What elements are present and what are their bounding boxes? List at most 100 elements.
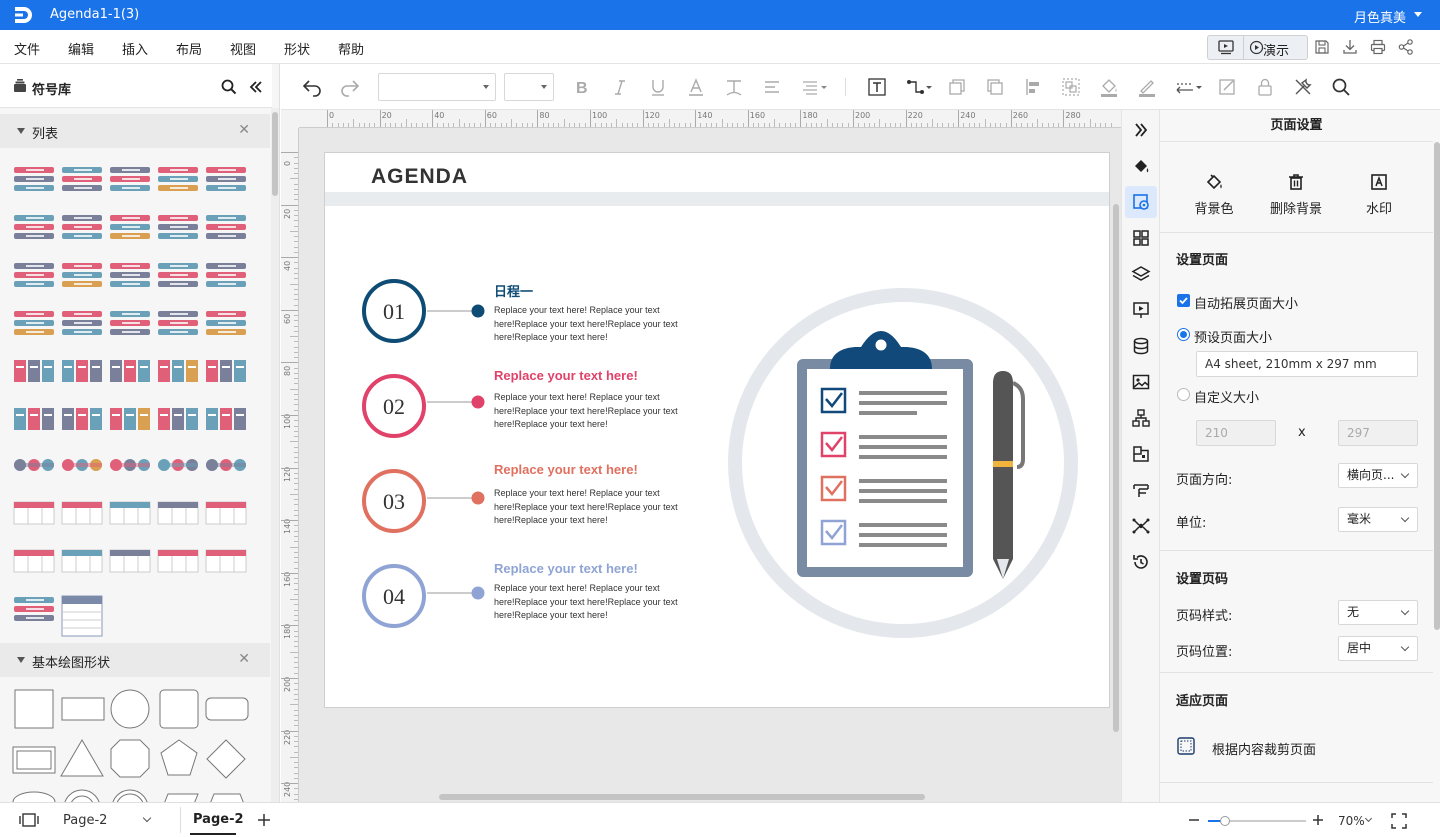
fill-color-icon[interactable] [1098,76,1120,98]
list-shape-thumbnail[interactable] [156,546,200,576]
edit-style-icon[interactable] [1216,76,1238,98]
text-style-icon[interactable] [723,76,745,98]
zoom-in-icon[interactable] [1310,812,1326,828]
close-section-icon[interactable]: ✕ [238,651,250,667]
crop-page-icon[interactable] [1176,736,1196,756]
list-shape-thumbnail[interactable] [60,212,104,242]
diagram-page[interactable]: AGENDA 01 日程一 Replace your text here! Re… [324,152,1110,708]
italic-icon[interactable] [609,76,631,98]
list-shape-thumbnail[interactable] [60,404,104,434]
menu-layout[interactable]: 布局 [176,39,202,58]
grid-icon[interactable] [1131,228,1151,248]
watermark-button[interactable]: 水印 [1344,172,1414,217]
list-shape-thumbnail[interactable] [60,260,104,290]
list-shape-thumbnail[interactable] [156,404,200,434]
list-shape-thumbnail[interactable] [60,450,104,480]
custom-size-radio[interactable] [1177,388,1190,401]
page-tab-active[interactable]: Page-2 [193,812,244,827]
menu-edit[interactable]: 编辑 [68,39,94,58]
unit-select[interactable]: 毫米 [1338,507,1418,532]
list-shape-thumbnail[interactable] [12,308,56,338]
undo-icon[interactable] [301,76,323,98]
list-shape-thumbnail[interactable] [108,212,152,242]
align-objects-icon[interactable] [1022,76,1044,98]
list-shape-thumbnail[interactable] [60,594,104,638]
align-icon[interactable] [761,76,783,98]
agenda-body-4[interactable]: Replace your text here! Replace your tex… [494,582,694,623]
zoom-level[interactable]: 70% [1338,814,1365,828]
list-shape-thumbnail[interactable] [156,212,200,242]
slideshow-button[interactable] [1208,36,1244,59]
presentation-icon[interactable] [1131,300,1151,320]
user-menu-caret-icon[interactable] [1414,12,1422,17]
list-shape-thumbnail[interactable] [12,212,56,242]
list-shape-thumbnail[interactable] [204,450,248,480]
page-number-position-select[interactable]: 居中 [1338,636,1418,661]
list-shape-thumbnail[interactable] [12,404,56,434]
preset-size-radio[interactable] [1177,328,1190,341]
list-shape-thumbnail[interactable] [12,594,56,624]
list-shape-thumbnail[interactable] [108,450,152,480]
find-icon[interactable] [1330,76,1352,98]
agenda-heading-2[interactable]: Replace your text here! [494,368,638,383]
list-shape-thumbnail[interactable] [204,260,248,290]
width-input[interactable]: 210 [1196,420,1276,446]
section-list-header[interactable]: 列表 ✕ [0,114,270,148]
basic-shape-grid[interactable] [8,684,264,804]
menu-help[interactable]: 帮助 [338,39,364,58]
user-name[interactable]: 月色真美 [1354,7,1406,26]
menu-shape[interactable]: 形状 [284,39,310,58]
list-shape-thumbnail[interactable] [156,450,200,480]
agenda-heading-1[interactable]: 日程一 [494,281,533,300]
page-number-style-select[interactable]: 无 [1338,600,1418,625]
bold-icon[interactable]: B [571,76,593,98]
canvas-horizontal-scrollbar[interactable] [299,792,1111,802]
list-shape-thumbnail[interactable] [12,260,56,290]
crop-page-label[interactable]: 根据内容裁剪页面 [1212,739,1316,758]
canvas-area[interactable]: 0 20 40 60 80 100 120 140 160 180 200 220 240 260 280 … [281,110,1121,832]
menu-view[interactable]: 视图 [230,39,256,58]
list-shape-thumbnail[interactable] [204,212,248,242]
list-shape-thumbnail[interactable] [60,356,104,386]
menu-file[interactable]: 文件 [14,39,40,58]
background-color-button[interactable]: 背景色 [1179,172,1249,217]
list-shape-thumbnail[interactable] [156,308,200,338]
left-panel-scrollbar[interactable] [271,108,279,804]
share-icon[interactable] [1397,38,1415,56]
page-setup-tab[interactable] [1125,186,1157,218]
save-icon[interactable] [1313,38,1331,56]
list-shape-thumbnail[interactable] [12,450,56,480]
print-icon[interactable] [1369,38,1387,56]
list-shape-thumbnail[interactable] [12,498,56,528]
present-button[interactable]: 演示 [1245,36,1307,59]
line-spacing-icon[interactable] [799,76,829,98]
replace-shape-icon[interactable] [1131,444,1151,464]
history-icon[interactable] [1131,552,1151,572]
agenda-body-3[interactable]: Replace your text here! Replace your tex… [494,487,694,528]
right-panel-scrollbar[interactable] [1433,142,1440,802]
agenda-number-4[interactable]: 04 [362,564,426,628]
list-shape-thumbnail[interactable] [156,356,200,386]
expand-triangle-icon[interactable] [17,128,25,134]
menu-insert[interactable]: 插入 [122,39,148,58]
preset-size-select[interactable]: A4 sheet, 210mm x 297 mm [1196,351,1418,377]
list-shape-thumbnail[interactable] [204,356,248,386]
list-shape-thumbnail[interactable] [204,164,248,194]
list-shape-thumbnail[interactable] [204,308,248,338]
mind-map-icon[interactable] [1131,516,1151,536]
agenda-number-1[interactable]: 01 [362,279,426,343]
list-shape-thumbnail[interactable] [12,546,56,576]
zoom-slider-handle[interactable] [1220,816,1230,826]
tools-icon[interactable] [1292,76,1314,98]
agenda-heading-3[interactable]: Replace your text here! [494,462,638,477]
page-select[interactable]: Page-2 [63,813,107,828]
clipboard-illustration[interactable] [727,287,1087,641]
app-logo-icon[interactable] [12,5,34,25]
list-shape-thumbnail[interactable] [156,498,200,528]
list-shape-thumbnail[interactable] [12,164,56,194]
list-shape-thumbnail[interactable] [204,546,248,576]
zoom-out-icon[interactable] [1186,812,1202,828]
search-icon[interactable] [221,79,237,95]
font-size-select[interactable] [504,73,554,101]
list-shape-thumbnail[interactable] [156,164,200,194]
